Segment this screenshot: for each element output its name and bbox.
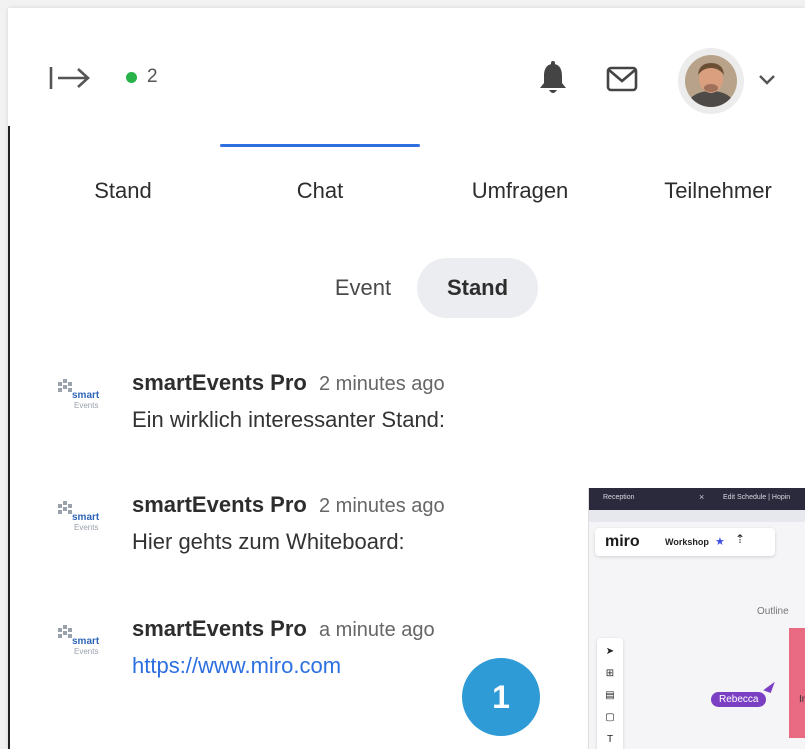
sticky-note-tool-icon: ▢ — [605, 712, 615, 723]
frame-tool-icon: ⊞ — [605, 668, 615, 679]
collapse-sidebar-button[interactable] — [48, 63, 94, 93]
chevron-down-icon — [759, 75, 775, 85]
preview-titlebar: Reception × Edit Schedule | Hopin — [589, 488, 805, 510]
left-border — [8, 126, 10, 749]
tab-umfragen[interactable]: Umfragen — [447, 178, 593, 204]
tab-stand[interactable]: Stand — [71, 178, 175, 204]
tab-teilnehmer[interactable]: Teilnehmer — [638, 178, 798, 204]
message-time: 2 minutes ago — [319, 495, 445, 517]
svg-text:Events: Events — [74, 523, 98, 532]
segment-stand[interactable]: Stand — [417, 258, 538, 318]
smartevents-logo-icon: smart Events — [58, 379, 100, 410]
preview-tab-label: Edit Schedule | Hopin — [723, 494, 791, 501]
pointer-tool-icon: ➤ — [605, 646, 615, 657]
collaborator-cursor-label: Rebecca — [711, 692, 767, 707]
svg-text:smart: smart — [72, 512, 100, 523]
online-count: 2 — [147, 66, 158, 87]
step-badge: 1 — [462, 658, 540, 736]
message-author: smartEvents Pro — [132, 370, 307, 395]
link-preview-thumbnail[interactable]: Reception × Edit Schedule | Hopin miro W… — [588, 488, 805, 749]
svg-text:Events: Events — [74, 401, 98, 410]
active-tab-indicator — [220, 144, 420, 147]
message-author: smartEvents Pro — [132, 616, 307, 641]
message-text: Ein wirklich interessanter Stand: — [132, 407, 446, 432]
text-tool-icon: T — [606, 734, 614, 745]
svg-text:smart: smart — [72, 390, 100, 401]
sticky-note-text: In — [799, 694, 805, 705]
outline-label: Outline — [757, 606, 789, 617]
smartevents-logo-icon: smart Events — [58, 625, 100, 656]
cursor-icon — [763, 678, 775, 694]
online-dot-icon — [126, 71, 137, 83]
upload-icon: ⇡ — [735, 532, 746, 546]
collapse-arrow-icon — [49, 67, 90, 89]
messages-button[interactable] — [606, 65, 638, 93]
mail-icon — [606, 66, 638, 92]
user-menu-toggle[interactable] — [756, 70, 778, 88]
close-icon: × — [699, 492, 705, 502]
message-time: a minute ago — [319, 619, 435, 641]
chat-message: smart Events smartEvents Pro 2 minutes a… — [54, 370, 554, 440]
user-avatar-button[interactable] — [678, 48, 744, 114]
preview-tool-palette: ➤ ⊞ ▤ ▢ T — [597, 638, 623, 749]
message-text: Hier gehts zum Whiteboard: — [132, 529, 405, 554]
preview-urlbar — [589, 510, 805, 522]
sticky-note — [789, 628, 805, 738]
smartevents-logo-icon: smart Events — [58, 501, 100, 532]
miro-logo: miro — [605, 533, 640, 550]
avatar — [685, 55, 737, 107]
preview-tab-label: Reception — [603, 494, 635, 501]
message-link[interactable]: https://www.miro.com — [132, 653, 341, 679]
chat-message: smart Events smartEvents Pro 2 minutes a… — [54, 492, 554, 562]
segment-event[interactable]: Event — [311, 258, 415, 318]
preview-board-toolbar: miro Workshop ★ ⇡ — [595, 528, 775, 556]
star-icon: ★ — [715, 536, 725, 548]
notifications-button[interactable] — [537, 61, 569, 97]
online-indicator: 2 — [126, 66, 158, 88]
tab-chat[interactable]: Chat — [270, 178, 370, 204]
board-name: Workshop — [665, 537, 709, 547]
message-author: smartEvents Pro — [132, 492, 307, 517]
bell-icon — [540, 61, 566, 93]
chat-panel: 2 Stand Chat Umfragen Teilnehmer Event S… — [8, 8, 805, 749]
card-tool-icon: ▤ — [605, 690, 615, 701]
svg-text:Events: Events — [74, 647, 98, 656]
svg-text:smart: smart — [72, 636, 100, 647]
message-time: 2 minutes ago — [319, 373, 445, 395]
